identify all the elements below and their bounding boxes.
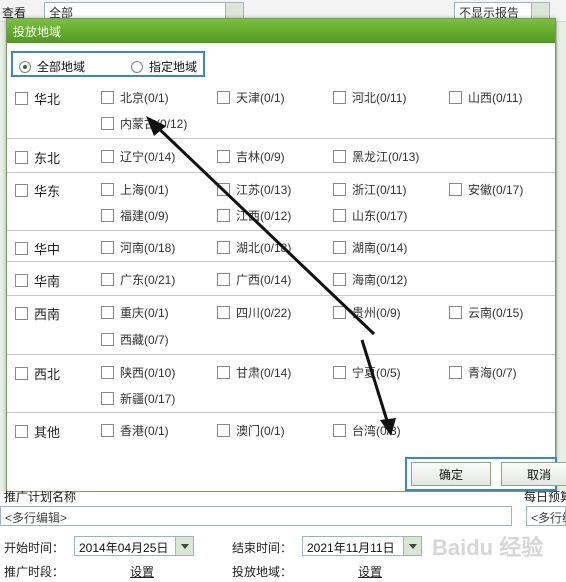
annotation-arrow-up — [146, 116, 376, 336]
annotation-arrows — [146, 116, 396, 436]
annotation-arrow-down — [360, 339, 396, 436]
